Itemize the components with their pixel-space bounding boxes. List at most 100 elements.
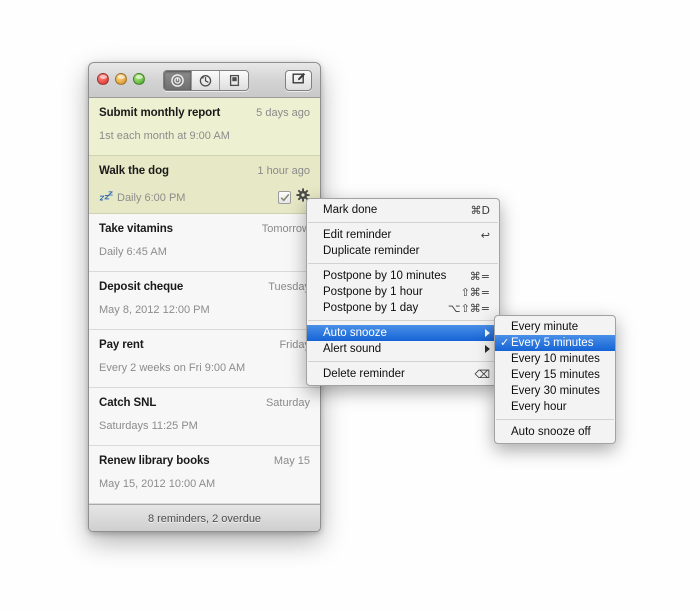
menu-separator xyxy=(308,361,498,362)
reminder-schedule: Daily 6:00 PM xyxy=(117,191,186,204)
menu-item[interactable]: Edit reminder ↩ xyxy=(307,227,499,243)
menu-separator xyxy=(496,419,614,420)
mark-done-checkbox[interactable] xyxy=(278,191,291,204)
reminder-row[interactable]: Walk the dog 1 hour ago Daily 6:00 PM xyxy=(89,156,320,214)
menu-item-label: Postpone by 1 day xyxy=(323,302,419,314)
reminders-list[interactable]: Submit monthly report 5 days ago 1st each … xyxy=(89,98,320,504)
menu-item[interactable]: Duplicate reminder xyxy=(307,243,499,259)
menu-separator xyxy=(308,263,498,264)
minimize-button[interactable] xyxy=(115,73,127,85)
menu-separator xyxy=(308,320,498,321)
clock-arrow-icon xyxy=(199,74,212,87)
checkmark-icon: ✓ xyxy=(500,336,510,349)
auto-snooze-submenu[interactable]: Every minute ✓ Every 5 minutes Every 10 min… xyxy=(494,315,616,444)
reminder-row-header: Walk the dog 1 hour ago xyxy=(99,156,310,177)
menu-item-label: Delete reminder xyxy=(323,368,405,380)
menu-item-shortcut: ⌥⇧⌘= xyxy=(447,301,490,315)
reminder-title: Deposit cheque xyxy=(99,281,184,293)
status-bar: 8 reminders, 2 overdue xyxy=(89,504,320,531)
reminder-row-footer: Daily 6:00 PM xyxy=(99,177,310,207)
note-icon xyxy=(228,74,241,87)
menu-item[interactable]: Every minute xyxy=(495,319,615,335)
menu-item-shortcut: ⌘D xyxy=(470,203,490,217)
reminder-row[interactable]: Deposit cheque Tuesday May 8, 2012 12:00 P… xyxy=(89,272,320,330)
reminder-row-header: Catch SNL Saturday xyxy=(99,388,310,409)
reminder-row[interactable]: Take vitamins Tomorrow Daily 6:45 AM xyxy=(89,214,320,272)
reminder-row-header: Take vitamins Tomorrow xyxy=(99,214,310,235)
reminder-due-label: Tomorrow xyxy=(261,223,310,235)
menu-item[interactable]: Postpone by 1 hour ⇧⌘= xyxy=(307,284,499,300)
reminder-title: Catch SNL xyxy=(99,397,157,409)
menu-item[interactable]: Postpone by 10 minutes ⌘= xyxy=(307,268,499,284)
reminders-window: Submit monthly report 5 days ago 1st each … xyxy=(88,62,321,532)
menu-item-label: Every 5 minutes xyxy=(511,337,594,349)
reminder-schedule: May 8, 2012 12:00 PM xyxy=(99,304,210,316)
reminder-row-header: Deposit cheque Tuesday xyxy=(99,272,310,293)
menu-item-shortcut: ⇧⌘= xyxy=(460,285,490,299)
reminder-context-menu[interactable]: Mark done ⌘D Edit reminder ↩ Duplicate remin… xyxy=(306,198,500,386)
reminder-row-footer: 1st each month at 9:00 AM xyxy=(99,119,310,142)
reminder-row[interactable]: Catch SNL Saturday Saturdays 11:25 PM xyxy=(89,388,320,446)
menu-item[interactable]: Delete reminder ⌫ xyxy=(307,366,499,382)
compose-icon xyxy=(292,72,306,90)
reminder-title: Renew library books xyxy=(99,455,210,467)
menu-item[interactable]: Postpone by 1 day ⌥⇧⌘= xyxy=(307,300,499,316)
new-reminder-button[interactable] xyxy=(285,70,312,91)
reminder-row-footer: Daily 6:45 AM xyxy=(99,235,310,258)
screenshot-stage: Submit monthly report 5 days ago 1st each … xyxy=(0,0,700,612)
menu-item-label: Alert sound xyxy=(323,343,382,355)
reminder-due-label: Tuesday xyxy=(268,281,310,293)
segment-reminders-view[interactable] xyxy=(164,71,192,90)
menu-item-label: Auto snooze xyxy=(323,327,387,339)
reminder-row-footer: May 15, 2012 10:00 AM xyxy=(99,467,310,490)
reminder-title: Submit monthly report xyxy=(99,107,221,119)
menu-item-label: Postpone by 1 hour xyxy=(323,286,423,298)
zoom-button[interactable] xyxy=(133,73,145,85)
menu-item-shortcut: ⌫ xyxy=(474,367,490,381)
reminder-title: Take vitamins xyxy=(99,223,173,235)
menu-item[interactable]: ✓ Every 5 minutes xyxy=(495,335,615,351)
clock-badge-icon xyxy=(171,74,184,87)
snooze-zzz-icon xyxy=(99,189,113,207)
reminder-schedule: Saturdays 11:25 PM xyxy=(99,420,198,432)
reminder-row-footer: Saturdays 11:25 PM xyxy=(99,409,310,432)
menu-item[interactable]: Every 15 minutes xyxy=(495,367,615,383)
reminder-row[interactable]: Renew library books May 15 May 15, 2012 10… xyxy=(89,446,320,504)
menu-item[interactable]: Auto snooze off xyxy=(495,424,615,440)
reminder-row[interactable]: Submit monthly report 5 days ago 1st each … xyxy=(89,98,320,156)
menu-separator xyxy=(308,222,498,223)
reminder-schedule: Every 2 weeks on Fri 9:00 AM xyxy=(99,362,246,374)
menu-item-label: Mark done xyxy=(323,204,378,216)
window-titlebar[interactable] xyxy=(89,63,320,98)
menu-item-label: Every 15 minutes xyxy=(511,369,600,381)
reminder-row[interactable]: Pay rent Friday Every 2 weeks on Fri 9:00 … xyxy=(89,330,320,388)
menu-item-label: Every hour xyxy=(511,401,567,413)
menu-item[interactable]: Every hour xyxy=(495,399,615,415)
close-button[interactable] xyxy=(97,73,109,85)
menu-item-label: Postpone by 10 minutes xyxy=(323,270,447,282)
status-text: 8 reminders, 2 overdue xyxy=(147,513,262,525)
menu-item-label: Duplicate reminder xyxy=(323,245,420,257)
reminder-title: Pay rent xyxy=(99,339,144,351)
menu-item[interactable]: Every 30 minutes xyxy=(495,383,615,399)
reminder-due-label: 5 days ago xyxy=(256,107,310,119)
menu-item-label: Auto snooze off xyxy=(511,426,591,438)
menu-item[interactable]: Mark done ⌘D xyxy=(307,202,499,218)
reminder-schedule: Daily 6:45 AM xyxy=(99,246,167,258)
reminder-schedule: May 15, 2012 10:00 AM xyxy=(99,478,216,490)
menu-item[interactable]: Alert sound xyxy=(307,341,499,357)
menu-item-label: Every 10 minutes xyxy=(511,353,600,365)
menu-item-label: Every 30 minutes xyxy=(511,385,600,397)
window-controls xyxy=(97,73,145,85)
submenu-arrow-icon xyxy=(485,345,490,353)
segment-history-view[interactable] xyxy=(192,71,220,90)
reminder-row-footer: May 8, 2012 12:00 PM xyxy=(99,293,310,316)
menu-item[interactable]: Every 10 minutes xyxy=(495,351,615,367)
reminder-row-header: Renew library books May 15 xyxy=(99,446,310,467)
menu-item[interactable]: Auto snooze xyxy=(307,325,499,341)
view-segmented-control xyxy=(163,70,249,91)
reminder-row-footer: Every 2 weeks on Fri 9:00 AM xyxy=(99,351,310,374)
menu-item-shortcut: ↩ xyxy=(480,228,490,242)
segment-notes-view[interactable] xyxy=(220,71,248,90)
reminder-title: Walk the dog xyxy=(99,165,169,177)
